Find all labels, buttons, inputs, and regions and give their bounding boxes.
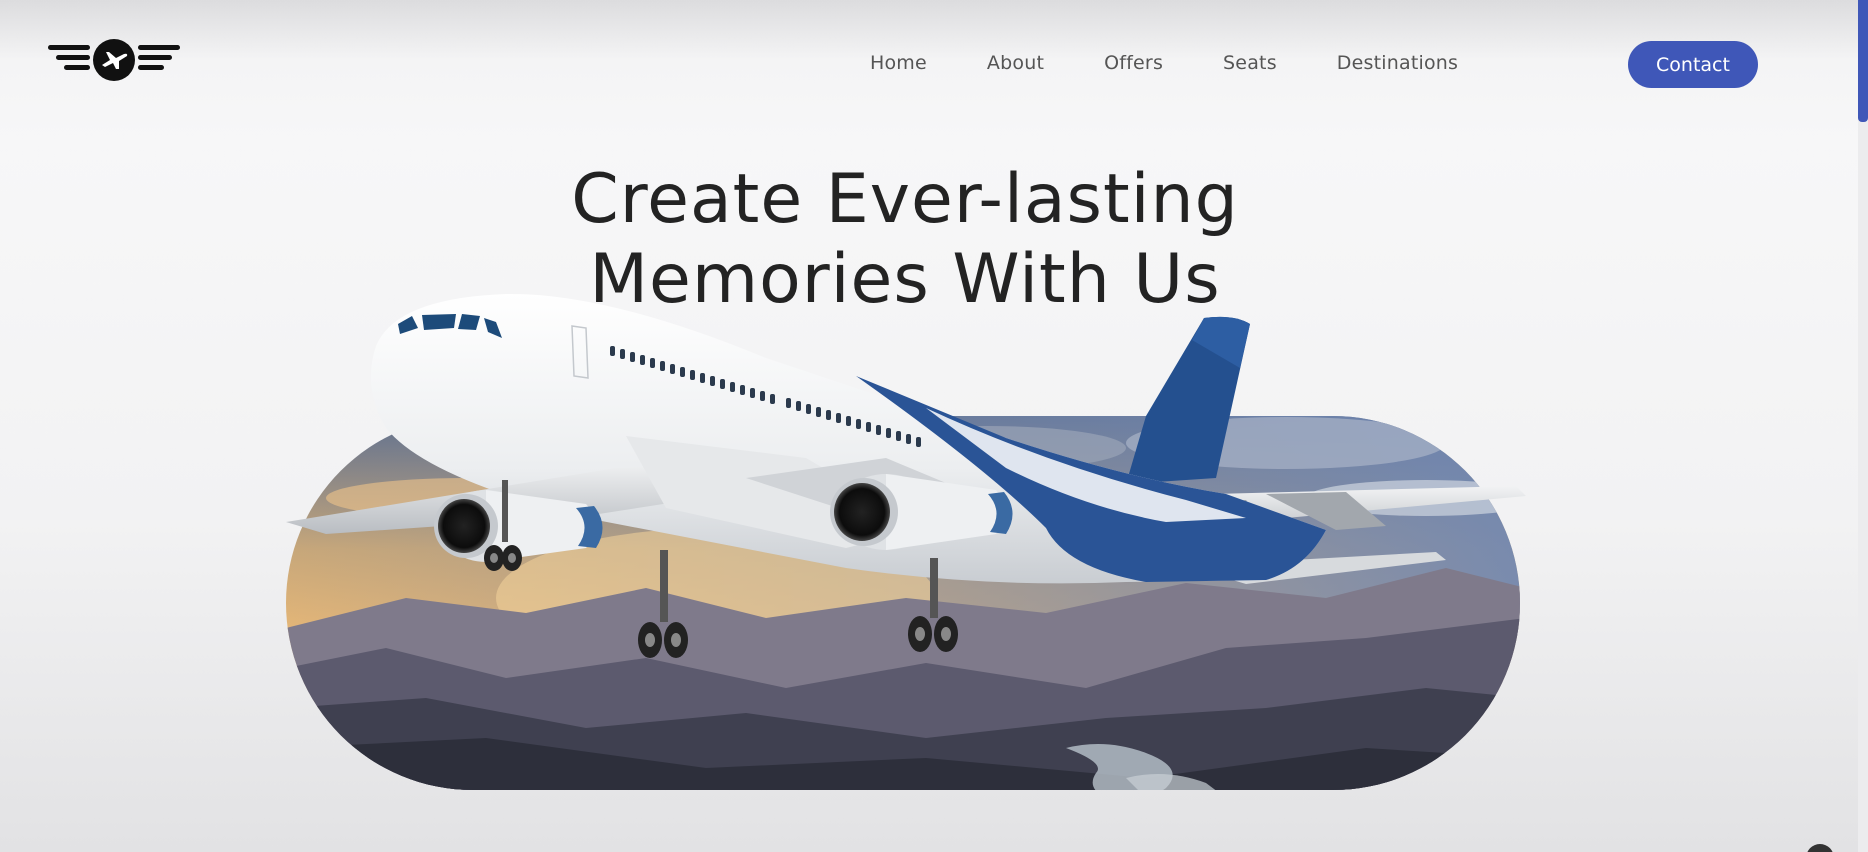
nav-link-offers[interactable]: Offers [1104, 52, 1163, 74]
contact-button[interactable]: Contact [1628, 41, 1758, 88]
hero-airplane-image [286, 268, 1526, 808]
hero-heading-line-1: Create Ever-lasting [571, 160, 1239, 239]
brand-logo[interactable] [48, 38, 180, 86]
winged-plane-logo-icon [48, 39, 180, 81]
nav-link-destinations[interactable]: Destinations [1337, 52, 1458, 74]
nav-link-seats[interactable]: Seats [1223, 52, 1277, 74]
nav-link-about[interactable]: About [987, 52, 1044, 74]
chat-widget-icon[interactable] [1806, 844, 1834, 852]
page-scrollbar-thumb[interactable] [1858, 0, 1868, 122]
page-scrollbar-track[interactable] [1858, 0, 1868, 852]
nav-link-home[interactable]: Home [870, 52, 927, 74]
main-navigation: Home About Offers Seats Destinations [870, 48, 1458, 78]
